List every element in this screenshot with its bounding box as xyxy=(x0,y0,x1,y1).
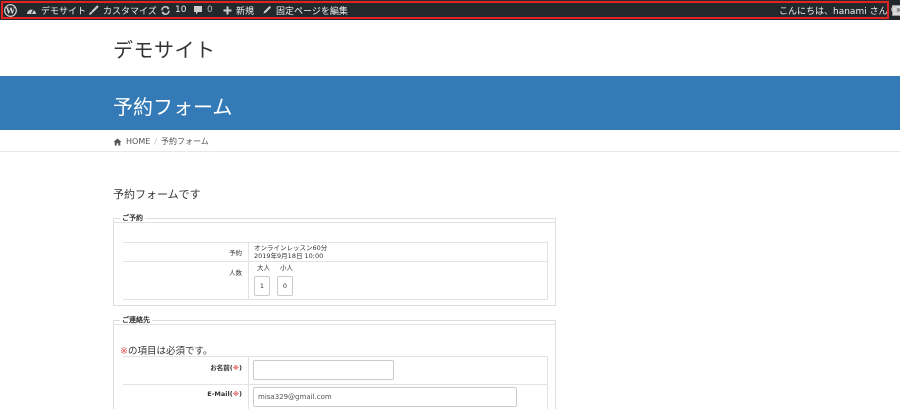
admin-bar-customize-label: カスタマイズ xyxy=(103,6,157,17)
contact-legend-line xyxy=(113,324,556,325)
admin-bar-site-link[interactable]: デモサイト xyxy=(26,0,86,20)
wordpress-logo-icon[interactable]: W xyxy=(4,0,17,20)
contact-row-top-line xyxy=(123,356,548,357)
plus-icon xyxy=(223,6,232,14)
email-label: E-Mail(※) xyxy=(207,390,242,398)
page-title: 予約フォーム xyxy=(113,95,233,119)
reservation-row-top-line xyxy=(123,242,548,243)
admin-bar-comments[interactable]: 0 xyxy=(193,0,213,20)
name-label: お名前(※) xyxy=(210,364,242,372)
admin-bar-updates[interactable]: 10 xyxy=(160,0,186,20)
admin-bar: W デモサイト カスタマイズ 10 0 新規 固定ページを編集 こんにちは、ha… xyxy=(0,0,900,20)
breadcrumb-home[interactable]: HOME xyxy=(126,137,150,146)
contact-row-divider xyxy=(123,384,548,385)
name-required-mark: ※ xyxy=(232,364,240,372)
reservation-value-line1: オンラインレッスン60分 xyxy=(254,244,328,252)
admin-bar-edit-page[interactable]: 固定ページを編集 xyxy=(262,0,348,20)
admin-bar-updates-count: 10 xyxy=(175,5,187,15)
breadcrumb-current: 予約フォーム xyxy=(160,137,209,146)
reservation-fieldset xyxy=(113,218,556,306)
admin-bar-account[interactable]: こんにちは、hanami さん xyxy=(779,0,900,20)
breadcrumb-separator: / xyxy=(154,137,157,146)
contact-column-line xyxy=(248,356,249,409)
name-label-text: お名前 xyxy=(210,364,230,372)
adult-count-input[interactable]: 1 xyxy=(254,276,270,296)
reservation-value-line2: 2019年9月18日 10:00 xyxy=(254,252,324,260)
home-icon xyxy=(113,138,122,145)
svg-text:W: W xyxy=(5,5,16,15)
reservation-row-divider xyxy=(123,261,548,262)
admin-bar-site-name: デモサイト xyxy=(41,6,87,17)
child-count-input[interactable]: 0 xyxy=(277,276,293,296)
reservation-right-line xyxy=(547,242,548,299)
page-lead-text: 予約フォームです xyxy=(113,188,201,201)
brush-icon xyxy=(89,4,99,15)
admin-bar-new[interactable]: 新規 xyxy=(223,0,254,20)
search-icon xyxy=(891,5,899,14)
admin-bar-greeting: こんにちは、hanami さん xyxy=(779,6,888,17)
comment-icon xyxy=(194,6,202,15)
people-label: 人数 xyxy=(229,269,242,277)
admin-bar-edit-page-label: 固定ページを編集 xyxy=(276,6,348,17)
contact-right-line xyxy=(547,356,548,409)
email-input[interactable]: misa329@gmail.com xyxy=(253,387,517,407)
email-label-text: E-Mail xyxy=(207,390,230,398)
site-title[interactable]: デモサイト xyxy=(113,34,216,63)
updates-icon xyxy=(161,5,170,15)
breadcrumb: HOME / 予約フォーム xyxy=(113,136,209,147)
admin-bar-search[interactable] xyxy=(891,0,899,20)
reservation-label: 予約 xyxy=(229,249,242,257)
adult-label: 大人 xyxy=(257,264,270,272)
required-note: ※の項目は必須です。 xyxy=(120,343,213,357)
email-required-mark: ※ xyxy=(232,390,240,398)
reservation-column-line xyxy=(248,242,249,299)
admin-bar-new-label: 新規 xyxy=(236,6,255,17)
pencil-icon xyxy=(263,6,271,14)
reservation-row-bottom-line xyxy=(123,299,548,300)
reservation-legend-line xyxy=(113,222,556,223)
admin-bar-comments-count: 0 xyxy=(207,5,213,15)
child-label: 小人 xyxy=(280,264,293,272)
name-input[interactable] xyxy=(253,360,394,380)
admin-bar-customize[interactable]: カスタマイズ xyxy=(88,0,157,20)
dashboard-icon xyxy=(27,8,36,14)
